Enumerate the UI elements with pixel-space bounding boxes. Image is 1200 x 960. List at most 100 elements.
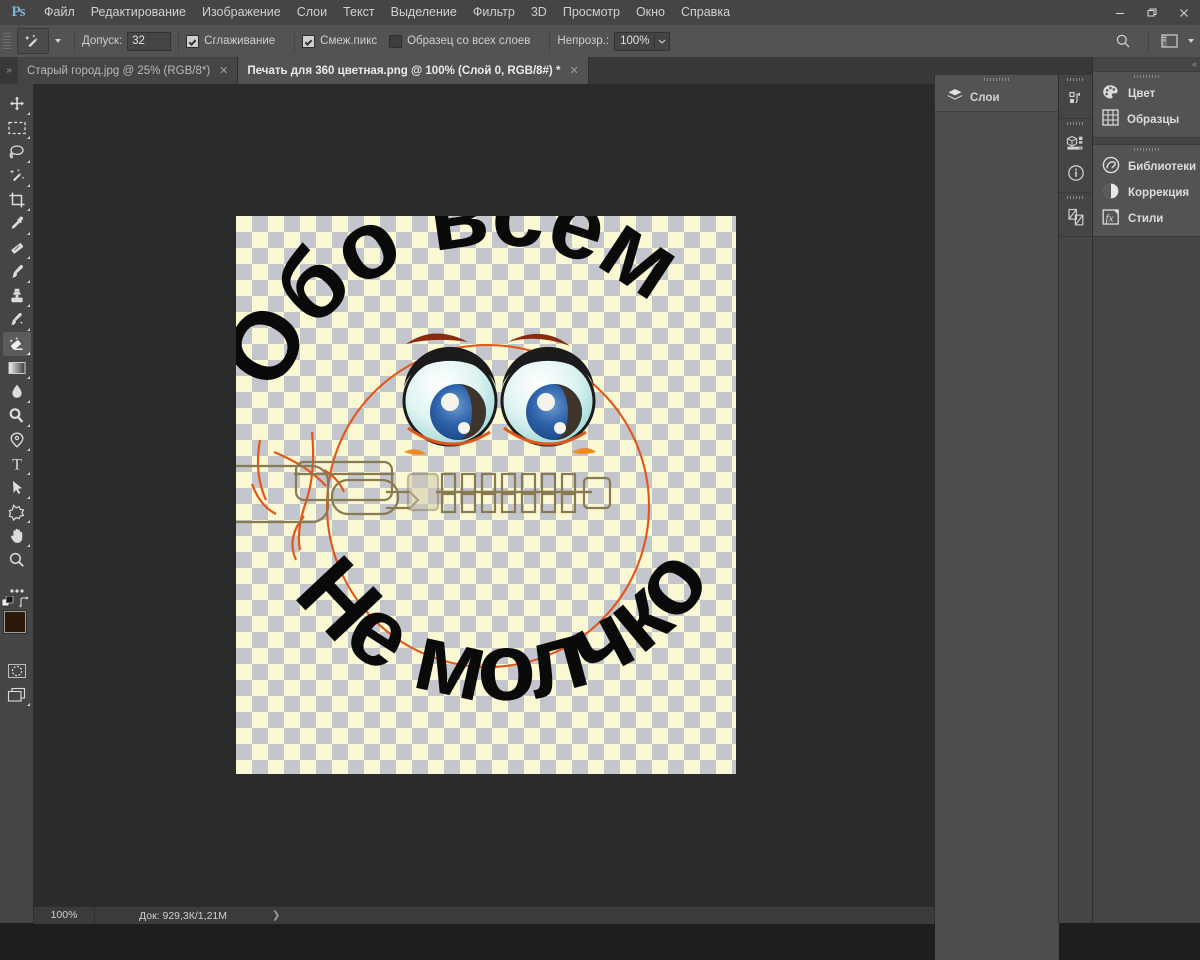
zoom-level[interactable]: 100% <box>34 907 95 924</box>
hand-tool[interactable] <box>3 524 31 548</box>
antialias-checkbox[interactable]: Сглаживание <box>186 34 276 48</box>
layers-icon <box>947 88 963 107</box>
eraser-tool[interactable] <box>2 332 31 356</box>
checkbox-checked-icon <box>186 34 200 48</box>
info-icon[interactable] <box>1059 158 1093 188</box>
3d-icon[interactable] <box>1059 128 1093 158</box>
swatches-grid-icon <box>1102 109 1119 131</box>
menu-image[interactable]: Изображение <box>194 0 289 25</box>
workspace-chevron-down-icon[interactable] <box>1188 39 1194 43</box>
crop-tool[interactable] <box>3 188 31 212</box>
blur-tool[interactable] <box>3 380 31 404</box>
color-panel-label: Цвет <box>1128 88 1156 100</box>
contiguous-checkbox[interactable]: Смеж.пикс <box>302 34 378 48</box>
move-tool[interactable] <box>3 92 31 116</box>
menu-window[interactable]: Окно <box>628 0 673 25</box>
swatches-panel[interactable]: Образцы <box>1093 107 1200 133</box>
panel-drag-handle[interactable] <box>935 75 1059 84</box>
type-tool[interactable]: T <box>3 452 31 476</box>
divider <box>178 30 180 52</box>
canvas-workspace[interactable]: Обо всем Не молчком <box>34 84 934 906</box>
tool-preset-chevron-down-icon[interactable] <box>55 39 61 43</box>
panel-drag-handle[interactable] <box>1059 119 1093 128</box>
panel-drag-handle[interactable] <box>1059 75 1093 84</box>
menu-view[interactable]: Просмотр <box>555 0 628 25</box>
channels-icon[interactable] <box>1059 202 1093 232</box>
color-swatches <box>0 595 36 647</box>
search-icon[interactable] <box>1105 25 1141 57</box>
rectangular-marquee-tool[interactable] <box>3 116 31 140</box>
divider <box>549 30 551 52</box>
collapsed-panel-column <box>1058 75 1093 923</box>
window-controls <box>1104 0 1200 25</box>
antialias-label: Сглаживание <box>204 35 276 47</box>
screen-mode-button[interactable] <box>3 683 31 707</box>
panel-drag-handle[interactable] <box>1093 72 1200 81</box>
document-canvas[interactable]: Обо всем Не молчком <box>236 216 736 774</box>
minimize-button[interactable] <box>1104 0 1136 25</box>
panel-drag-handle[interactable] <box>1059 193 1093 202</box>
document-tab-1[interactable]: Старый город.jpg @ 25% (RGB/8*) ✕ <box>18 57 239 84</box>
history-icon[interactable] <box>1059 84 1093 114</box>
gradient-tool[interactable] <box>3 356 31 380</box>
libraries-panel[interactable]: Библиотеки <box>1093 154 1200 180</box>
menu-filter[interactable]: Фильтр <box>465 0 523 25</box>
quick-selection-tool[interactable] <box>3 164 31 188</box>
clone-stamp-tool[interactable] <box>3 284 31 308</box>
dodge-tool[interactable] <box>3 404 31 428</box>
checkbox-checked-icon <box>302 34 316 48</box>
zoom-tool[interactable] <box>3 548 31 572</box>
tolerance-input[interactable]: 32 <box>127 31 172 51</box>
swatches-panel-label: Образцы <box>1127 114 1180 126</box>
tab-scroll-icon[interactable]: » <box>0 57 18 84</box>
default-colors-button[interactable] <box>1 595 14 607</box>
magic-wand-icon[interactable] <box>17 28 49 54</box>
icon-group-1 <box>1059 75 1093 119</box>
menu-help[interactable]: Справка <box>673 0 738 25</box>
contiguous-label: Смеж.пикс <box>320 35 378 47</box>
path-selection-tool[interactable] <box>3 476 31 500</box>
status-bar: 100% Док: 929,3К/1,21М ❯ <box>34 906 934 924</box>
close-icon[interactable]: ✕ <box>569 64 578 77</box>
close-button[interactable] <box>1168 0 1200 25</box>
styles-panel-label: Стили <box>1128 213 1164 225</box>
menu-3d[interactable]: 3D <box>523 0 555 25</box>
restore-button[interactable] <box>1136 0 1168 25</box>
chevron-down-icon[interactable] <box>654 33 669 49</box>
menu-type[interactable]: Текст <box>335 0 382 25</box>
shape-tool[interactable] <box>3 500 31 524</box>
brush-tool[interactable] <box>3 260 31 284</box>
eyedropper-tool[interactable] <box>3 212 31 236</box>
right-panel-dock: « Цвет Образцы Библиотеки Коррекция fx С… <box>1092 57 1200 923</box>
menu-file[interactable]: Файл <box>36 0 83 25</box>
layers-list[interactable] <box>935 112 1059 960</box>
eye-right <box>500 346 596 454</box>
healing-brush-tool[interactable] <box>3 236 31 260</box>
icon-group-2 <box>1059 119 1093 193</box>
adjustments-panel[interactable]: Коррекция <box>1093 180 1200 206</box>
sample-all-layers-checkbox[interactable]: Образец со всех слоев <box>389 34 530 48</box>
status-expand-icon[interactable]: ❯ <box>227 910 280 921</box>
history-brush-tool[interactable] <box>3 308 31 332</box>
panel-drag-handle[interactable] <box>1093 145 1200 154</box>
document-tab-2[interactable]: Печать для 360 цветная.png @ 100% (Слой … <box>238 57 589 84</box>
color-panel[interactable]: Цвет <box>1093 81 1200 107</box>
collapse-panels-button[interactable]: « <box>1093 57 1200 71</box>
workspace-switcher-icon[interactable] <box>1156 25 1182 57</box>
styles-panel[interactable]: fx Стили <box>1093 206 1200 232</box>
panel-group-color: Цвет Образцы <box>1093 71 1200 138</box>
menu-edit[interactable]: Редактирование <box>83 0 194 25</box>
menu-bar: Ps Файл Редактирование Изображение Слои … <box>0 0 1200 25</box>
pen-tool[interactable] <box>3 428 31 452</box>
panel-tab-layers[interactable]: Слои <box>935 84 1059 112</box>
opacity-select[interactable]: 100% <box>614 31 671 51</box>
menu-layers[interactable]: Слои <box>289 0 335 25</box>
divider <box>1148 30 1149 52</box>
lasso-tool[interactable] <box>3 140 31 164</box>
options-bar-grip[interactable] <box>3 31 11 51</box>
quick-mask-button[interactable] <box>3 659 31 683</box>
foreground-color-swatch[interactable] <box>4 611 26 633</box>
menu-select[interactable]: Выделение <box>383 0 465 25</box>
cc-libraries-icon <box>1102 156 1120 179</box>
close-icon[interactable]: ✕ <box>219 64 228 77</box>
